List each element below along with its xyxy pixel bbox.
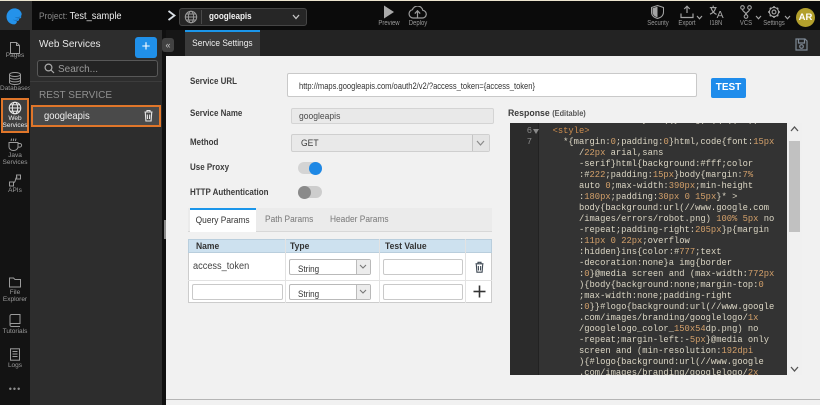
svg-text:A: A — [717, 9, 724, 19]
